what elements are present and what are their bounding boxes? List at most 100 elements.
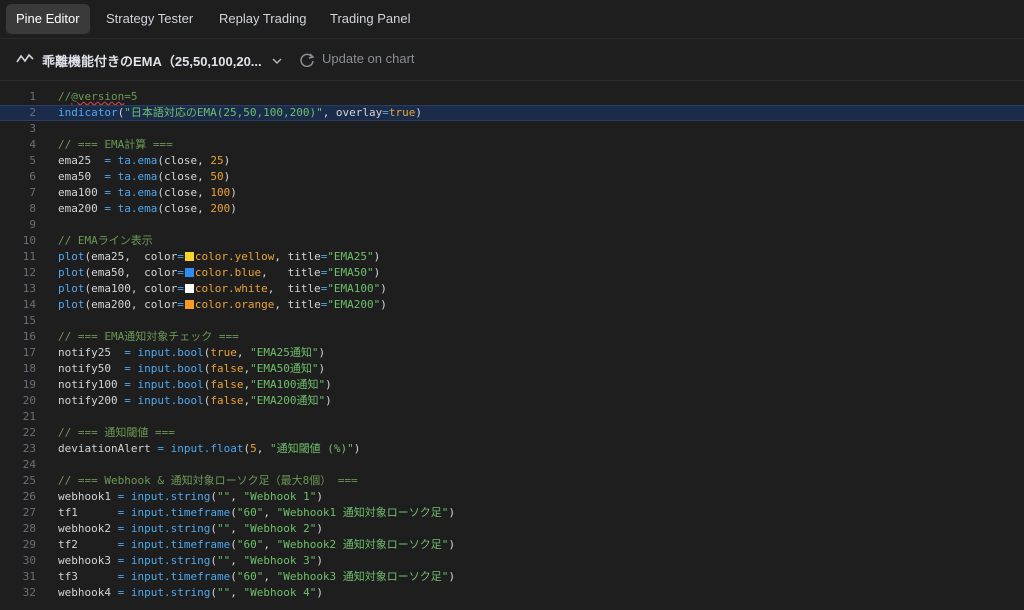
code-line[interactable]: 19 notify100 = input.bool(false,"EMA100通知…: [0, 377, 1024, 393]
code-text: // EMAライン表示: [58, 234, 153, 247]
code-line[interactable]: 11 plot(ema25, color= color.yellow, title=…: [0, 249, 1024, 265]
code-line[interactable]: 8 ema200 = ta.ema(close, 200): [0, 201, 1024, 217]
color-swatch[interactable]: [184, 252, 194, 261]
code-text: plot(ema50, color= color.blue, title="EMA…: [58, 266, 381, 279]
line-number: 7: [29, 186, 36, 199]
line-number: 12: [22, 266, 36, 279]
line-number: 14: [22, 298, 36, 311]
code-text: tf2 = input.timeframe("60", "Webhook2 通知…: [58, 538, 456, 551]
code-line[interactable]: 6 ema50 = ta.ema(close, 50): [0, 169, 1024, 185]
line-number: 23: [22, 442, 36, 455]
code-text: //@version=5: [58, 90, 138, 103]
code-text: plot(ema100, color= color.white, title="E…: [58, 282, 387, 295]
code-text: ema100 = ta.ema(close, 100): [58, 186, 237, 199]
line-number: 25: [22, 474, 36, 487]
code-line[interactable]: 32 webhook4 = input.string("", "Webhook 4…: [0, 585, 1024, 601]
code-line[interactable]: 30 webhook3 = input.string("", "Webhook 3…: [0, 553, 1024, 569]
line-number: 2: [29, 106, 36, 119]
code-line[interactable]: 9: [0, 217, 1024, 233]
line-number: 30: [22, 554, 36, 567]
refresh-icon: [300, 53, 315, 67]
bottom-panel-tabs: Pine Editor Strategy Tester Replay Tradi…: [0, 0, 1024, 39]
code-line[interactable]: 18 notify50 = input.bool(false,"EMA50通知"): [0, 361, 1024, 377]
code-editor[interactable]: 1 //@version=5 2 indicator("日本語対応のEMA(25,50…: [0, 81, 1024, 610]
line-number: 6: [29, 170, 36, 183]
color-swatch[interactable]: [184, 268, 194, 277]
chevron-down-icon[interactable]: [272, 53, 282, 71]
tab-pine-editor[interactable]: Pine Editor: [6, 4, 90, 34]
code-line[interactable]: 27 tf1 = input.timeframe("60", "Webhook1 …: [0, 505, 1024, 521]
line-number: 13: [22, 282, 36, 295]
code-line[interactable]: 15: [0, 313, 1024, 329]
code-line[interactable]: 29 tf2 = input.timeframe("60", "Webhook2 …: [0, 537, 1024, 553]
code-text: webhook1 = input.string("", "Webhook 1"): [58, 490, 323, 503]
color-swatch[interactable]: [184, 284, 194, 293]
code-line[interactable]: 14 plot(ema200, color= color.orange, title…: [0, 297, 1024, 313]
editor-toolbar: 乖離機能付きのEMA（25,50,100,20... Update on cha…: [0, 39, 1024, 81]
line-number: 29: [22, 538, 36, 551]
line-number: 18: [22, 362, 36, 375]
line-number: 21: [22, 410, 36, 423]
line-number: 26: [22, 490, 36, 503]
code-text: webhook3 = input.string("", "Webhook 3"): [58, 554, 323, 567]
tab-strategy-tester[interactable]: Strategy Tester: [96, 4, 203, 34]
line-number: 19: [22, 378, 36, 391]
line-number: 5: [29, 154, 36, 167]
code-text: plot(ema200, color= color.orange, title="…: [58, 298, 387, 311]
code-line[interactable]: 26 webhook1 = input.string("", "Webhook 1…: [0, 489, 1024, 505]
tab-replay-trading[interactable]: Replay Trading: [209, 4, 316, 34]
code-text: // === EMA計算 ===: [58, 138, 173, 151]
code-text: webhook4 = input.string("", "Webhook 4"): [58, 586, 323, 599]
update-on-chart-button[interactable]: Update on chart: [298, 49, 415, 69]
code-line[interactable]: 10 // EMAライン表示: [0, 233, 1024, 249]
line-number: 24: [22, 458, 36, 471]
line-number: 9: [29, 218, 36, 231]
code-text: deviationAlert = input.float(5, "通知閾値 (%…: [58, 442, 361, 455]
code-line[interactable]: 13 plot(ema100, color= color.white, title=…: [0, 281, 1024, 297]
code-text: // === EMA通知対象チェック ===: [58, 330, 239, 343]
code-line[interactable]: 22 // === 通知閾値 ===: [0, 425, 1024, 441]
update-label: Update on chart: [322, 51, 415, 66]
line-number: 15: [22, 314, 36, 327]
code-line[interactable]: 7 ema100 = ta.ema(close, 100): [0, 185, 1024, 201]
code-line[interactable]: 2 indicator("日本語対応のEMA(25,50,100,200)", o…: [0, 105, 1024, 121]
line-number: 1: [29, 90, 36, 103]
tab-trading-panel[interactable]: Trading Panel: [320, 4, 420, 34]
line-number: 17: [22, 346, 36, 359]
line-number: 16: [22, 330, 36, 343]
code-text: // === Webhook & 通知対象ローソク足（最大8個） ===: [58, 474, 358, 487]
code-text: tf3 = input.timeframe("60", "Webhook3 通知…: [58, 570, 456, 583]
line-number: 8: [29, 202, 36, 215]
code-text: ema25 = ta.ema(close, 25): [58, 154, 231, 167]
code-text: notify50 = input.bool(false,"EMA50通知"): [58, 362, 326, 375]
script-name[interactable]: 乖離機能付きのEMA（25,50,100,20...: [42, 51, 262, 70]
code-line[interactable]: 12 plot(ema50, color= color.blue, title="E…: [0, 265, 1024, 281]
code-text: notify25 = input.bool(true, "EMA25通知"): [58, 346, 326, 359]
code-text: webhook2 = input.string("", "Webhook 2"): [58, 522, 323, 535]
line-number: 3: [29, 122, 36, 135]
code-text: notify100 = input.bool(false,"EMA100通知"): [58, 378, 332, 391]
code-line[interactable]: 5 ema25 = ta.ema(close, 25): [0, 153, 1024, 169]
code-text: notify200 = input.bool(false,"EMA200通知"): [58, 394, 332, 407]
code-line[interactable]: 1 //@version=5: [0, 89, 1024, 105]
line-number: 31: [22, 570, 36, 583]
code-line[interactable]: 28 webhook2 = input.string("", "Webhook 2…: [0, 521, 1024, 537]
code-text: // === 通知閾値 ===: [58, 426, 175, 439]
line-number: 28: [22, 522, 36, 535]
code-line[interactable]: 23 deviationAlert = input.float(5, "通知閾値 …: [0, 441, 1024, 457]
code-line[interactable]: 4 // === EMA計算 ===: [0, 137, 1024, 153]
code-line[interactable]: 20 notify200 = input.bool(false,"EMA200通知…: [0, 393, 1024, 409]
code-line[interactable]: 3: [0, 121, 1024, 137]
code-line[interactable]: 25 // === Webhook & 通知対象ローソク足（最大8個） ===: [0, 473, 1024, 489]
code-text: indicator("日本語対応のEMA(25,50,100,200)", ov…: [58, 106, 423, 119]
color-swatch[interactable]: [184, 300, 194, 309]
line-number: 27: [22, 506, 36, 519]
code-line[interactable]: 24: [0, 457, 1024, 473]
code-line[interactable]: 17 notify25 = input.bool(true, "EMA25通知"): [0, 345, 1024, 361]
code-line[interactable]: 16 // === EMA通知対象チェック ===: [0, 329, 1024, 345]
code-line[interactable]: 31 tf3 = input.timeframe("60", "Webhook3 …: [0, 569, 1024, 585]
code-line[interactable]: 21: [0, 409, 1024, 425]
code-text: tf1 = input.timeframe("60", "Webhook1 通知…: [58, 506, 456, 519]
line-number: 10: [22, 234, 36, 247]
line-number: 22: [22, 426, 36, 439]
